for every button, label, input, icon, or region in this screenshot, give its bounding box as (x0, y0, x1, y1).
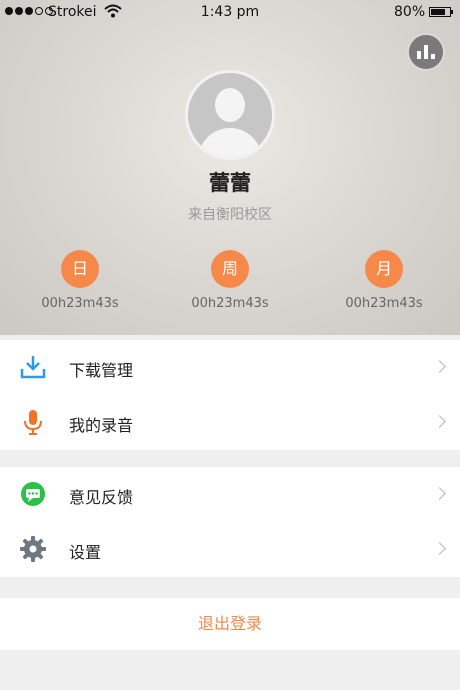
menu-group-2: 意见反馈 设置 (0, 467, 460, 577)
profile-header: Strokei 1:43 pm 80% 蕾蕾 来自衡阳校区 日 00h23m43… (0, 0, 460, 335)
gear-icon (20, 536, 46, 562)
user-name: 蕾蕾 (209, 171, 251, 195)
battery-icon (429, 7, 453, 17)
menu-item-settings[interactable]: 设置 (0, 522, 460, 577)
menu-item-downloads[interactable]: 下载管理 (0, 340, 460, 395)
stat-month-value: 00h23m43s (345, 296, 423, 311)
stat-day: 日 00h23m43s (20, 250, 140, 311)
stat-week-badge: 周 (211, 250, 249, 288)
user-campus: 来自衡阳校区 (188, 207, 272, 223)
menu-item-label: 意见反馈 (69, 488, 134, 507)
battery-percent: 80% (394, 4, 426, 20)
menu-item-label: 下载管理 (69, 361, 134, 380)
chat-bubble-icon (20, 481, 46, 507)
chevron-right-icon (433, 415, 446, 428)
avatar[interactable] (185, 70, 275, 160)
status-bar: Strokei 1:43 pm 80% (0, 0, 460, 26)
stat-week-value: 00h23m43s (191, 296, 269, 311)
stat-week: 周 00h23m43s (170, 250, 290, 311)
stat-month: 月 00h23m43s (324, 250, 444, 311)
stat-month-badge: 月 (365, 250, 403, 288)
download-icon (20, 354, 46, 380)
stat-day-badge: 日 (61, 250, 99, 288)
statistics-button[interactable] (407, 33, 445, 71)
microphone-icon (20, 409, 46, 435)
bar-chart-icon (417, 45, 435, 59)
stat-day-value: 00h23m43s (41, 296, 119, 311)
status-time: 1:43 pm (200, 4, 260, 20)
chevron-right-icon (433, 487, 446, 500)
chevron-right-icon (433, 360, 446, 373)
menu-item-label: 设置 (69, 543, 102, 562)
menu-item-label: 我的录音 (69, 416, 134, 435)
menu-item-recordings[interactable]: 我的录音 (0, 395, 460, 450)
logout-label: 退出登录 (197, 614, 262, 633)
chevron-right-icon (433, 542, 446, 555)
logout-button[interactable]: 退出登录 (0, 598, 460, 650)
menu-item-feedback[interactable]: 意见反馈 (0, 467, 460, 522)
menu-group-1: 下载管理 我的录音 (0, 340, 460, 450)
